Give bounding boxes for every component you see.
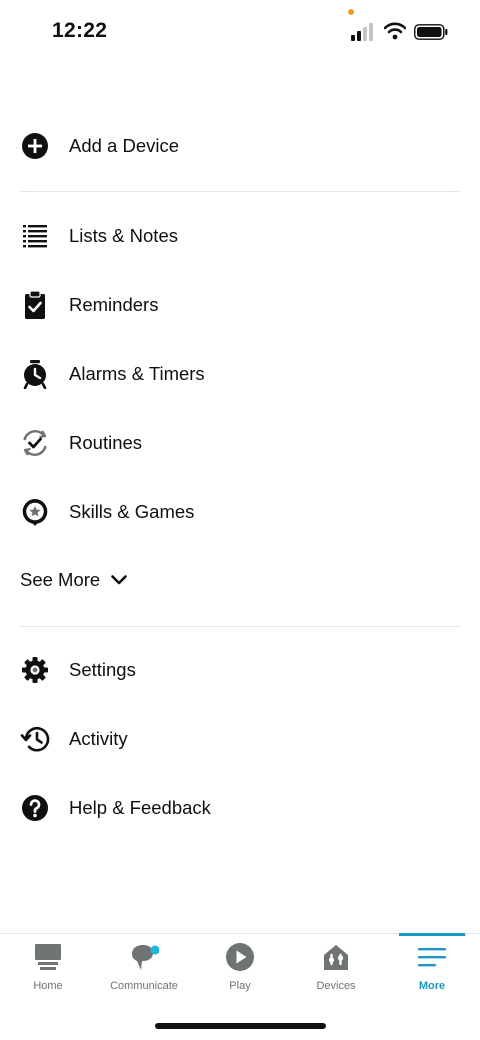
divider [20,626,460,627]
list-icon [20,221,50,251]
history-clock-icon [20,724,50,754]
home-echo-icon [35,944,61,970]
battery-icon [414,24,448,40]
menu-item-reminders[interactable]: Reminders [0,275,480,335]
play-icon [226,943,254,971]
menu-label-help-feedback: Help & Feedback [69,797,211,818]
menu-item-routines[interactable]: Routines [0,413,480,473]
menu-item-add-device[interactable]: Add a Device [0,116,480,176]
nav-tab-communicate[interactable]: Communicate [96,934,192,1004]
nav-label-more: More [418,980,446,992]
chat-bubble-icon [132,945,159,970]
menu-label-lists-notes: Lists & Notes [69,225,178,246]
smart-home-icon [324,945,348,970]
nav-tab-home[interactable]: Home [0,934,96,1004]
menu-label-alarms-timers: Alarms & Timers [69,363,205,384]
status-time: 12:22 [52,19,108,42]
see-more-label: See More [20,569,101,590]
nav-tab-play[interactable]: Play [192,934,288,1004]
menu-lines-icon [418,948,446,967]
divider [20,191,460,192]
add-circle-icon [20,131,50,161]
menu-label-add-device: Add a Device [69,135,180,156]
menu-item-alarms-timers[interactable]: Alarms & Timers [0,344,480,404]
menu-item-skills-games[interactable]: Skills & Games [0,482,480,542]
active-tab-indicator [399,933,465,936]
menu-item-help-feedback[interactable]: Help & Feedback [0,778,480,838]
menu-label-routines: Routines [69,432,143,453]
nav-label-play: Play [229,980,251,992]
menu-label-skills-games: Skills & Games [69,501,195,522]
home-indicator[interactable] [155,1023,326,1029]
menu-label-settings: Settings [69,659,136,680]
cellular-signal-icon [351,23,373,41]
gear-icon [20,655,50,685]
nav-label-communicate: Communicate [110,980,178,992]
help-question-icon [20,793,50,823]
wifi-icon [384,22,406,40]
nav-tab-devices[interactable]: Devices [288,934,384,1004]
nav-label-home: Home [33,980,63,992]
menu-item-lists-notes[interactable]: Lists & Notes [0,206,480,266]
status-bar: 12:22 [0,0,480,64]
privacy-indicator-dot [348,9,354,15]
chevron-down-icon [111,575,128,585]
routines-icon [20,428,50,458]
menu-label-activity: Activity [69,728,128,749]
menu-item-settings[interactable]: Settings [0,640,480,700]
skills-star-bubble-icon [20,497,50,527]
menu-label-reminders: Reminders [69,294,159,315]
nav-tab-more[interactable]: More [384,933,480,1004]
see-more-toggle[interactable]: See More [20,565,128,595]
clipboard-check-icon [20,290,50,320]
alarm-clock-icon [20,359,50,389]
nav-label-devices: Devices [316,980,356,992]
menu-item-activity[interactable]: Activity [0,709,480,769]
